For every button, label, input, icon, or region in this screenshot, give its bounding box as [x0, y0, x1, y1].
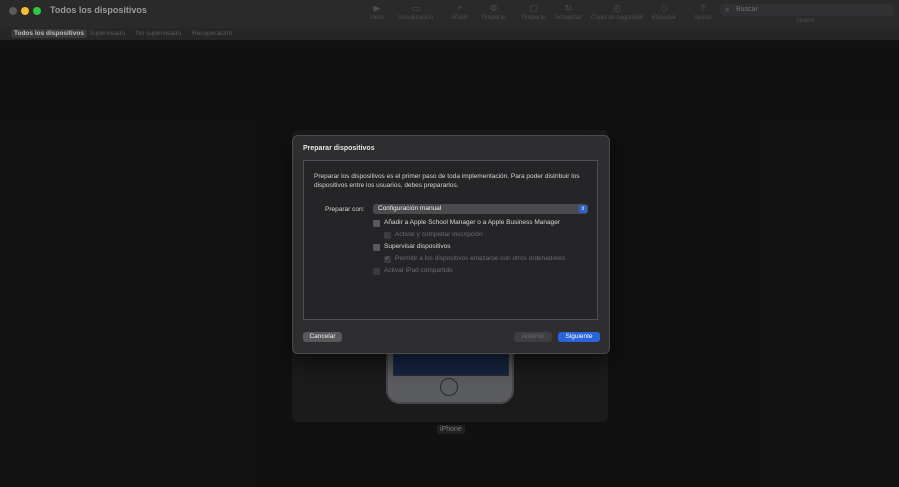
toolbar-update-button[interactable]: ↻ Actualizar [555, 3, 581, 21]
toolbar-backup-button[interactable]: ◴ Copia de seguridad [591, 3, 643, 21]
chevron-up-down-icon: ⇕ [579, 205, 587, 213]
checkbox-allow-pairing[interactable]: ✓ [384, 255, 391, 263]
option-allow-pairing-label: Permitir a los dispositivos enlazarse co… [395, 255, 566, 262]
dialog-title: Preparar dispositivos [303, 145, 375, 152]
dialog-content-panel: Preparar los dispositivos es el primer p… [303, 160, 598, 320]
title-bar: Todos los dispositivos ▶ Inicio ▭ Visual… [0, 0, 899, 28]
next-button[interactable]: Siguiente [558, 332, 600, 342]
view-icon: ▭ [411, 3, 420, 13]
toolbar-view-button[interactable]: ▭ Visualización [398, 3, 433, 21]
tab-all-devices[interactable]: Todos los dispositivos [11, 29, 87, 38]
toolbar-add-button[interactable]: + Añadir [451, 3, 468, 21]
tab-bar: Todos los dispositivos Supervisado No su… [0, 28, 899, 41]
prepare-with-select[interactable]: Configuración manual ⇕ [373, 204, 588, 214]
checkbox-shared-ipad[interactable] [373, 268, 380, 275]
prepare-devices-dialog: Preparar dispositivos Preparar los dispo… [292, 135, 610, 354]
minimize-window-button[interactable] [21, 7, 29, 15]
dialog-intro-text: Preparar los dispositivos es el primer p… [314, 173, 580, 189]
new-label: Nuevo [797, 18, 815, 24]
checkbox-supervise-devices[interactable] [373, 244, 380, 251]
tag-icon: ◇ [660, 3, 668, 13]
window-title: Todos los dispositivos [50, 5, 147, 15]
help-icon: ? [699, 3, 705, 13]
prepare-with-value: Configuración manual [378, 205, 442, 212]
tab-unsupervised[interactable]: No supervisado [133, 29, 184, 38]
zoom-window-button[interactable] [33, 7, 41, 15]
toolbar-prepare-button[interactable]: ⚙ Preparar [482, 3, 505, 21]
play-icon: ▶ [373, 3, 381, 13]
checkbox-add-to-manager[interactable] [373, 220, 380, 227]
tab-recovery[interactable]: Recuperación [189, 29, 235, 38]
plus-icon: + [457, 3, 463, 13]
previous-button[interactable]: Anterior [514, 332, 552, 342]
backup-icon: ◴ [613, 3, 621, 13]
close-window-button[interactable] [9, 7, 17, 15]
tab-supervised[interactable]: Supervisado [86, 29, 128, 38]
refresh-icon: ↻ [564, 3, 572, 13]
gear-icon: ⚙ [489, 3, 498, 13]
checkmark-icon: ✓ [384, 255, 391, 262]
checkbox-activate-enrollment[interactable] [384, 232, 391, 239]
option-add-to-manager-label: Añadir a Apple School Manager o a Apple … [384, 219, 560, 226]
prepare-with-label: Preparar con: [325, 206, 365, 213]
prepare-icon: ▢ [529, 3, 538, 13]
option-shared-ipad-label: Activar iPad compartido [384, 267, 453, 274]
toolbar-tag-button[interactable]: ◇ Etiquetar [652, 3, 676, 21]
toolbar-prepare-2-button[interactable]: ▢ Preparar [522, 3, 545, 21]
option-activate-enrollment-label: Activar y completar inscripción [395, 231, 483, 238]
toolbar-help-button[interactable]: ? Ayuda [694, 3, 711, 21]
toolbar-start-button[interactable]: ▶ Inicio [370, 3, 384, 21]
cancel-button[interactable]: Cancelar [303, 332, 342, 342]
search-icon: ⌕ [725, 5, 730, 14]
search-placeholder: Buscar [736, 6, 758, 13]
search-field[interactable]: ⌕ Buscar [720, 4, 894, 16]
option-supervise-devices-label: Supervisar dispositivos [384, 243, 451, 250]
